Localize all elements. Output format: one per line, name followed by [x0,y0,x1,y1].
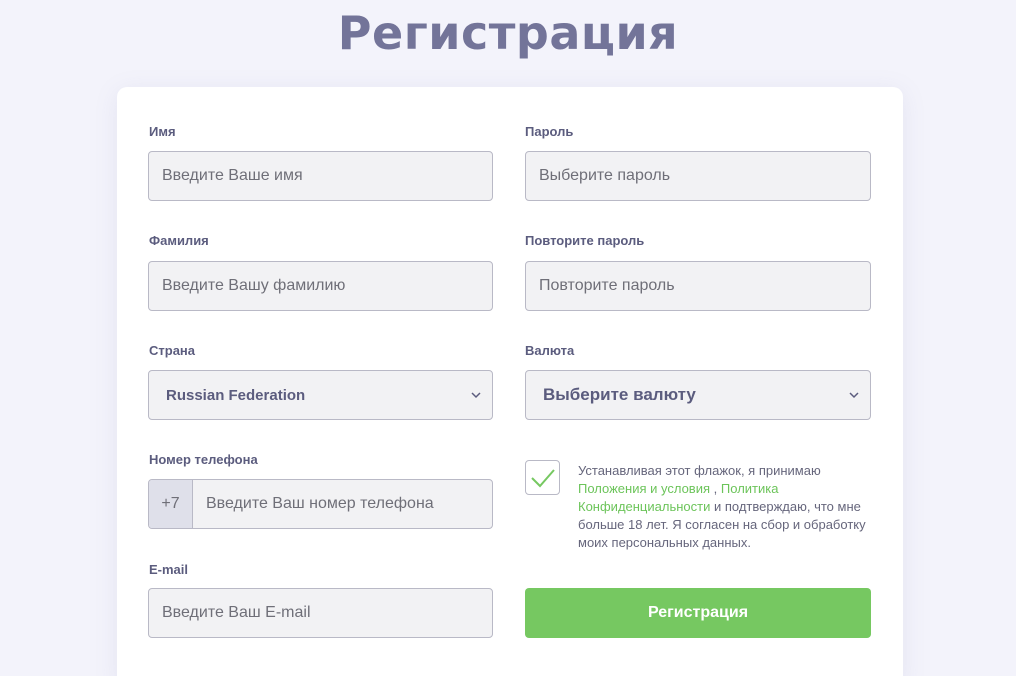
phone-label: Номер телефона [149,452,258,467]
password-label: Пароль [525,124,574,139]
consent-checkbox[interactable] [525,460,560,495]
currency-select[interactable]: Выберите валюту [525,370,871,420]
phone-country-code: +7 [149,480,193,528]
first-name-label: Имя [149,124,176,139]
email-label: E-mail [149,562,189,577]
registration-page: Регистрация Имя Фамилия Страна Russian F… [0,0,1016,676]
phone-field: +7 [148,479,493,529]
chevron-down-icon [471,392,481,399]
checkmark-icon [530,468,555,487]
password-repeat-input[interactable] [525,261,871,311]
currency-label: Валюта [525,343,575,358]
country-select[interactable]: Russian Federation [148,370,493,420]
password-repeat-label: Повторите пароль [525,233,645,248]
last-name-input[interactable] [148,261,493,311]
country-label: Страна [149,343,196,358]
email-input[interactable] [148,588,493,638]
consent-text-before: Устанавливая этот флажок, я принимаю [578,463,821,478]
first-name-input[interactable] [148,151,493,201]
consent-separator: , [713,481,718,496]
phone-input[interactable] [193,480,492,528]
currency-selected-value: Выберите валюту [543,385,696,404]
terms-link[interactable]: Положения и условия [578,481,710,496]
password-input[interactable] [525,151,871,201]
country-selected-value: Russian Federation [166,386,306,404]
consent-text: Устанавливая этот флажок, я принимаю Пол… [578,462,878,552]
last-name-label: Фамилия [149,233,209,248]
register-button[interactable]: Регистрация [525,588,871,638]
chevron-down-icon [849,392,859,399]
page-title: Регистрация [337,6,679,60]
